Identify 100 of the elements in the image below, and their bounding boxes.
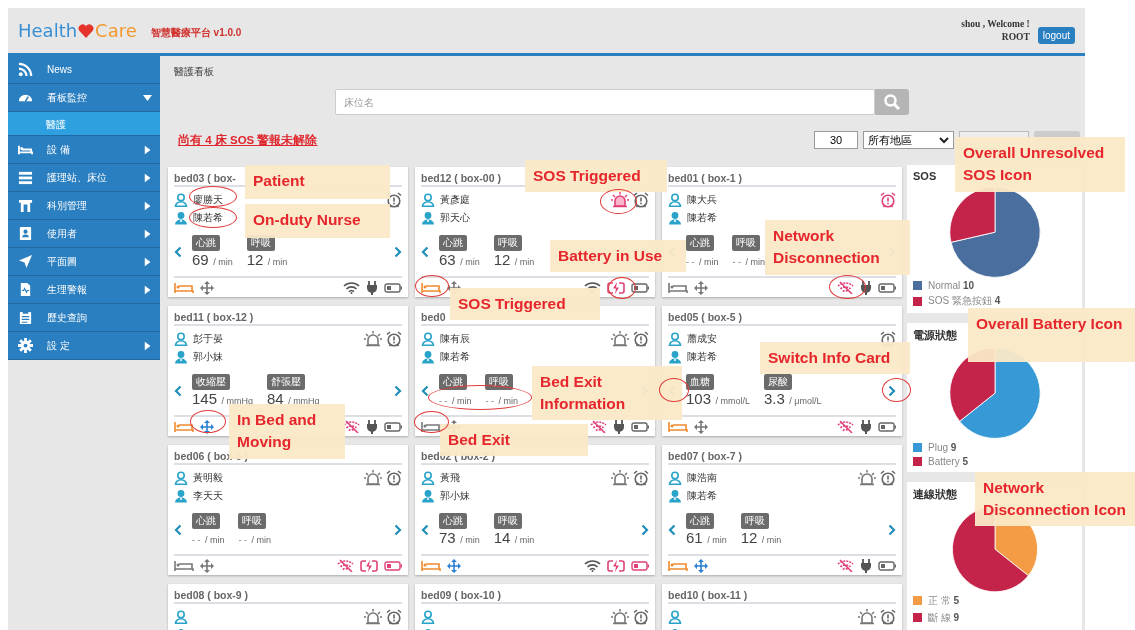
nurse-name: 郭小妹 xyxy=(440,489,470,503)
bed-title: bed11 ( box-12 ) xyxy=(174,306,402,326)
patient-name: 黃彥庭 xyxy=(440,193,470,207)
sidebar-item[interactable]: News xyxy=(8,56,160,84)
person-icon xyxy=(668,471,682,485)
region-select[interactable]: 所有地區 xyxy=(863,131,954,149)
vital-reading: 61 / min xyxy=(686,529,727,547)
nurse-name: 郭天心 xyxy=(440,211,470,225)
chevron-right-icon[interactable] xyxy=(394,385,402,397)
chevron-right-icon[interactable] xyxy=(888,385,896,397)
callout-tooltip: SOS Triggered xyxy=(525,160,667,192)
vital-label: 呼吸 xyxy=(493,513,522,529)
sidebar-item[interactable]: 平面圖 xyxy=(8,248,160,276)
vital-label: 心跳 xyxy=(192,513,220,529)
nurse-icon xyxy=(421,211,435,225)
sidebar-item[interactable]: 設 定 xyxy=(8,332,160,360)
vital-reading: 12 / min xyxy=(740,529,782,547)
vital-reading: 84 / mmHg xyxy=(267,390,320,408)
legend-label: Normal 10 xyxy=(928,280,975,292)
panel-title: SOS xyxy=(913,170,937,182)
patient-name: 黃飛 xyxy=(440,471,460,485)
bed-title: bed05 ( box-5 ) xyxy=(668,306,896,326)
vital-reading: - - / min xyxy=(732,256,765,269)
callout-tooltip: On-duty Nurse xyxy=(245,204,390,238)
vital-reading: - - / min xyxy=(485,395,518,408)
heart-icon xyxy=(78,23,95,38)
person-icon xyxy=(668,332,682,346)
search-field[interactable]: 床位名 xyxy=(334,89,875,115)
chevron-left-icon[interactable] xyxy=(421,246,429,258)
chevron-right-icon[interactable] xyxy=(394,246,402,258)
vital-reading: - - / min xyxy=(686,256,719,269)
nurse-name: 陳若希 xyxy=(193,211,223,225)
chevron-left-icon[interactable] xyxy=(174,524,182,536)
legend-label: Plug 9 xyxy=(928,441,957,453)
person-icon xyxy=(421,471,435,485)
chevron-left-icon[interactable] xyxy=(421,385,429,397)
vital-reading: 14 / min xyxy=(493,529,535,547)
building-icon xyxy=(18,198,33,213)
vital-reading: - - / min xyxy=(192,534,225,547)
chevron-left-icon[interactable] xyxy=(421,524,429,536)
bed-title: bed08 ( box-9 ) xyxy=(174,584,402,604)
sidebar-label: 設 定 xyxy=(47,338,71,353)
vital-label: 血糖 xyxy=(686,374,714,390)
chevron-left-icon[interactable] xyxy=(174,246,182,258)
patient-name: 陳浩南 xyxy=(687,471,717,485)
person-icon xyxy=(421,193,435,207)
person-icon xyxy=(174,193,188,207)
chevron-right-icon[interactable] xyxy=(394,524,402,536)
app-logo: Health Care xyxy=(18,20,137,41)
patient-name: 陳有辰 xyxy=(440,332,470,346)
contact-card-icon xyxy=(18,226,33,241)
vital-label: 舒張壓 xyxy=(267,374,305,390)
patient-name: 黃明毅 xyxy=(193,471,223,485)
legend-label: 正 常 5 xyxy=(928,594,960,608)
vital-reading: 103 / mmol/L xyxy=(686,390,750,408)
vital-label: 心跳 xyxy=(439,235,467,251)
person-icon xyxy=(174,332,188,346)
callout-tooltip: Overall Unresolved SOS Icon xyxy=(955,137,1125,192)
bed-title: bed07 ( box-7 ) xyxy=(668,445,896,465)
search-button[interactable] xyxy=(874,89,909,115)
sidebar-item[interactable]: 歷史查詢 xyxy=(8,304,160,332)
chevron-left-icon[interactable] xyxy=(668,524,676,536)
sidebar-item[interactable]: 設 備 xyxy=(8,136,160,164)
vital-reading: - - / min xyxy=(238,534,271,547)
sidebar-item[interactable]: 使用者 xyxy=(8,220,160,248)
nurse-icon xyxy=(174,489,188,503)
vital-label: 呼吸 xyxy=(238,513,267,529)
rss-icon xyxy=(18,62,33,77)
person-icon xyxy=(421,332,435,346)
breadcrumb: 醫護看板 xyxy=(174,65,215,79)
nurse-name: 陳若希 xyxy=(687,489,717,503)
welcome-text: shou , Welcome ! xyxy=(961,17,1030,31)
sidebar-item[interactable]: 生理警報 xyxy=(8,276,160,304)
vital-label: 心跳 xyxy=(439,374,467,390)
bed-title: bed10 ( box-11 ) xyxy=(668,584,896,604)
person-icon xyxy=(668,610,682,624)
callout-tooltip: Switch Info Card xyxy=(760,342,910,374)
callout-tooltip: Battery in Use xyxy=(550,240,686,272)
callout-tooltip: SOS Triggered xyxy=(450,288,600,320)
logout-button[interactable]: logout xyxy=(1037,26,1075,44)
chevron-left-icon[interactable] xyxy=(174,385,182,397)
vital-reading: 12 / min xyxy=(246,251,288,269)
user-role: ROOT xyxy=(1000,30,1030,44)
sidebar-item[interactable]: 護理站、床位 xyxy=(8,164,160,192)
sidebar-label: 使用者 xyxy=(47,226,78,241)
count-field[interactable]: 30 xyxy=(814,131,858,149)
sidebar-subitem[interactable]: 醫護 xyxy=(8,112,160,136)
legend-label: 斷 線 9 xyxy=(928,611,960,625)
sidebar-item[interactable]: 科別管理 xyxy=(8,192,160,220)
callout-tooltip: Overall Battery Icon xyxy=(968,308,1135,362)
sidebar-label: 科別管理 xyxy=(47,198,88,213)
patient-name: 蕭成安 xyxy=(687,332,717,346)
person-icon xyxy=(174,471,188,485)
sos-alert-link[interactable]: 尚有 4 床 SOS 警報未解除 xyxy=(178,132,318,148)
panel-title: 電源狀態 xyxy=(913,328,957,344)
vital-label: 心跳 xyxy=(439,513,467,529)
list-icon xyxy=(18,170,33,185)
chevron-right-icon[interactable] xyxy=(641,524,649,536)
legend-label: SOS 緊急按鈕 4 xyxy=(928,294,1001,309)
chevron-right-icon[interactable] xyxy=(888,524,896,536)
